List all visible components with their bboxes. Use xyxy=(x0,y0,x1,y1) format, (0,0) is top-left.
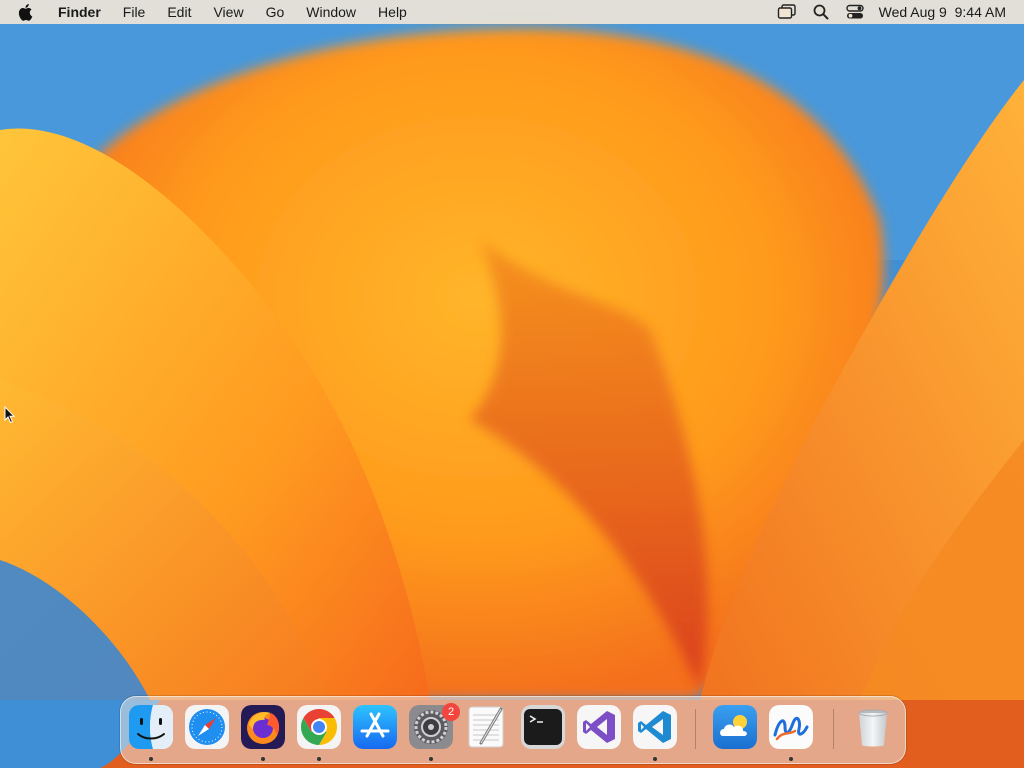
desktop[interactable] xyxy=(0,0,1024,768)
dock-item-firefox[interactable] xyxy=(241,705,285,749)
dock-item-finder[interactable] xyxy=(129,705,173,749)
wallpaper xyxy=(0,0,1024,768)
trash-icon xyxy=(858,709,888,747)
apple-logo-icon[interactable] xyxy=(18,3,36,21)
vscode-icon xyxy=(633,705,677,749)
dock-item-freeform[interactable] xyxy=(769,705,813,749)
dock-separator xyxy=(695,709,696,749)
dock-separator xyxy=(833,709,834,749)
finder-icon xyxy=(129,705,173,749)
running-indicator xyxy=(653,757,657,761)
notification-badge: 2 xyxy=(442,703,460,721)
terminal-icon xyxy=(521,705,565,749)
menu-window[interactable]: Window xyxy=(295,0,367,24)
mouse-pointer-icon xyxy=(4,405,16,429)
dock-item-app-store[interactable] xyxy=(353,705,397,749)
dock-item-terminal[interactable] xyxy=(521,705,565,749)
freeform-icon xyxy=(769,705,813,749)
firefox-icon xyxy=(241,705,285,749)
spotlight-search-icon[interactable] xyxy=(811,3,831,21)
running-indicator xyxy=(149,757,153,761)
control-center-icon[interactable] xyxy=(845,3,865,21)
menu-view[interactable]: View xyxy=(202,0,254,24)
menu-go[interactable]: Go xyxy=(255,0,296,24)
dock-item-chrome[interactable] xyxy=(297,705,341,749)
visual-studio-icon xyxy=(577,705,621,749)
menu-bar-clock[interactable]: Wed Aug 9 9:44 AM xyxy=(879,4,1006,20)
menu-file[interactable]: File xyxy=(112,0,157,24)
chrome-icon xyxy=(297,705,341,749)
running-indicator xyxy=(317,757,321,761)
dock-item-textedit[interactable] xyxy=(465,705,509,749)
dock-item-weather[interactable] xyxy=(713,705,757,749)
running-indicator xyxy=(261,757,265,761)
running-indicator xyxy=(789,757,793,761)
dock-item-safari[interactable] xyxy=(185,705,229,749)
menu-bar: Finder File Edit View Go Window Help Wed… xyxy=(0,0,1024,24)
dock-item-visual-studio[interactable] xyxy=(577,705,621,749)
dock-item-vscode[interactable] xyxy=(633,705,677,749)
menu-help[interactable]: Help xyxy=(367,0,418,24)
weather-cloud-icon xyxy=(713,705,757,749)
screen-mirroring-icon[interactable] xyxy=(777,3,797,21)
textedit-icon xyxy=(468,706,504,748)
dock: 2 xyxy=(120,696,906,764)
dock-item-trash[interactable] xyxy=(851,705,895,749)
menu-app-name[interactable]: Finder xyxy=(50,0,112,24)
running-indicator xyxy=(429,757,433,761)
safari-compass-icon xyxy=(185,705,229,749)
app-store-icon xyxy=(353,705,397,749)
menu-edit[interactable]: Edit xyxy=(156,0,202,24)
